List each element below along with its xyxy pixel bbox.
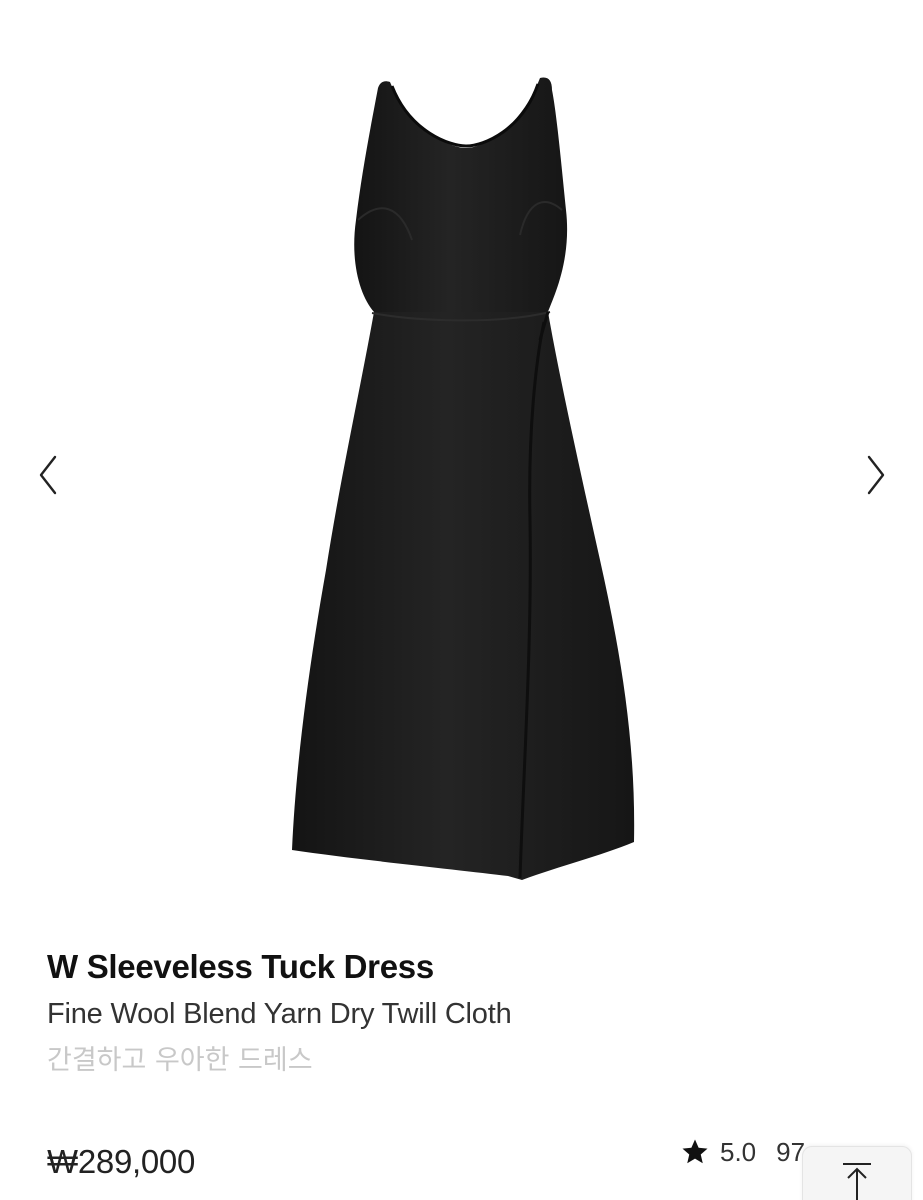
product-image [292,77,635,880]
product-info: W Sleeveless Tuck Dress Fine Wool Blend … [47,945,887,1079]
chevron-right-icon [867,455,885,495]
product-tagline: 간결하고 우아한 드레스 [47,1045,313,1076]
product-subtitle: Fine Wool Blend Yarn Dry Twill Cloth [47,998,512,1030]
star-icon [682,1139,708,1164]
product-detail-page: W Sleeveless Tuck Dress Fine Wool Blend … [0,0,923,1200]
arrow-up-to-top-icon [843,1163,871,1200]
review-count[interactable]: 97 [776,1137,805,1168]
product-image-carousel[interactable] [0,0,923,930]
rating-value: 5.0 [720,1136,757,1167]
previous-image-button[interactable] [28,445,68,505]
product-rating[interactable]: 5.0 97 [680,1132,805,1172]
scroll-to-top-button[interactable] [802,1146,912,1200]
next-image-button[interactable] [856,445,896,505]
product-title: W Sleeveless Tuck Dress [47,948,434,985]
product-price: ₩289,000 [47,1143,196,1180]
chevron-left-icon [39,455,57,495]
